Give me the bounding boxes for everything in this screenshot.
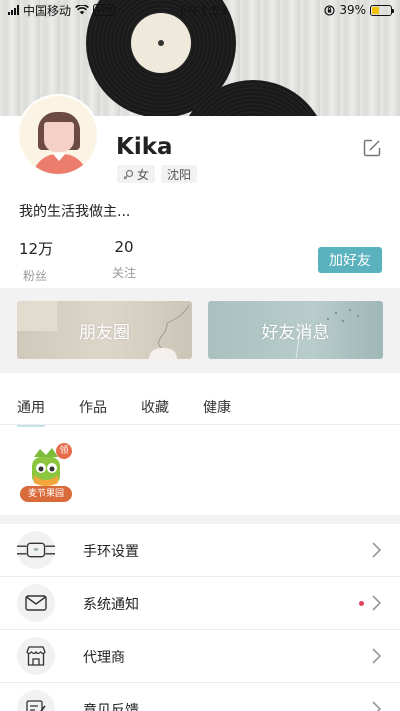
- avatar[interactable]: [17, 94, 99, 176]
- profile-tags: 女 沈阳: [117, 165, 198, 183]
- settings-list: 手环设置 系统通知 代理商 意见反馈: [0, 524, 400, 711]
- chevron-right-icon: [372, 542, 382, 558]
- list-item-agent[interactable]: 代理商: [0, 630, 400, 683]
- add-friend-button[interactable]: 加好友: [318, 247, 382, 273]
- gender-tag: 女: [117, 165, 156, 183]
- battery-icon: [370, 4, 394, 16]
- followers-stat[interactable]: 12万 粉丝: [19, 238, 53, 284]
- band-icon: [17, 531, 55, 569]
- envelope-icon: [17, 584, 55, 622]
- list-item-label: 手环设置: [83, 544, 139, 560]
- username: Kika: [116, 134, 173, 160]
- list-item-label: 系统通知: [83, 597, 139, 613]
- edit-icon[interactable]: [362, 138, 382, 158]
- city-tag: 沈阳: [161, 165, 198, 183]
- tab-health[interactable]: 健康: [203, 397, 231, 427]
- chevron-right-icon: [372, 595, 382, 611]
- tab-works[interactable]: 作品: [79, 397, 107, 427]
- orchard-app-label: 麦节果园: [20, 486, 72, 502]
- city-label: 沈阳: [167, 167, 192, 182]
- status-bar: 中国移动 VPN 下午1:53 39%: [0, 0, 400, 20]
- clock: 下午1:53: [176, 3, 227, 18]
- followers-label: 粉丝: [23, 269, 48, 283]
- wifi-icon: [75, 5, 89, 15]
- moments-label: 朋友圈: [79, 322, 130, 343]
- followers-count: 12万: [19, 240, 54, 258]
- following-count: 20: [114, 238, 134, 256]
- orchard-app[interactable]: 领 麦节果园: [18, 443, 74, 505]
- chevron-right-icon: [372, 701, 382, 711]
- following-stat[interactable]: 20 关注: [112, 238, 136, 281]
- tab-bar: 通用 作品 收藏 健康: [17, 397, 231, 427]
- list-item-band-settings[interactable]: 手环设置: [0, 524, 400, 577]
- chevron-right-icon: [372, 648, 382, 664]
- list-item-feedback[interactable]: 意见反馈: [0, 683, 400, 711]
- feedback-icon: [17, 690, 55, 711]
- orientation-lock-icon: [324, 4, 335, 16]
- divider: [0, 424, 400, 425]
- content-section: 通用 作品 收藏 健康 领 麦节果园: [0, 373, 400, 515]
- list-item-system-notifications[interactable]: 系统通知: [0, 577, 400, 630]
- unread-dot: [359, 601, 364, 606]
- tab-general[interactable]: 通用: [17, 397, 45, 427]
- friend-news-label: 好友消息: [261, 322, 330, 343]
- female-icon: [123, 169, 134, 179]
- gender-label: 女: [137, 167, 150, 182]
- battery-percent: 39%: [339, 3, 366, 17]
- profile-bio: 我的生活我做主...: [19, 204, 131, 220]
- signal-icon: [8, 5, 19, 15]
- vpn-badge: VPN: [93, 4, 116, 16]
- list-item-label: 意见反馈: [83, 703, 139, 711]
- claim-badge: 领: [56, 443, 72, 459]
- friend-news-banner[interactable]: 好友消息: [208, 301, 383, 359]
- tab-favorites[interactable]: 收藏: [141, 397, 169, 427]
- carrier-label: 中国移动: [23, 3, 72, 18]
- list-item-label: 代理商: [83, 650, 125, 666]
- following-label: 关注: [112, 266, 137, 280]
- store-icon: [17, 637, 55, 675]
- moments-banner[interactable]: 朋友圈: [17, 301, 192, 359]
